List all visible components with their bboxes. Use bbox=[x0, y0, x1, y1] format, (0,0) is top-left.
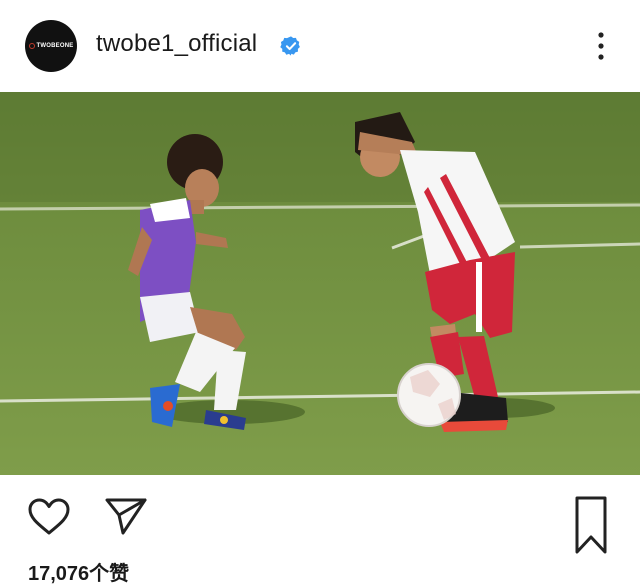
likes-count[interactable]: 17,076个赞 bbox=[28, 557, 129, 586]
soccer-photo bbox=[0, 92, 640, 475]
bookmark-icon[interactable] bbox=[574, 495, 608, 555]
verified-badge-icon bbox=[280, 36, 300, 56]
heart-icon[interactable] bbox=[27, 497, 71, 537]
send-icon[interactable] bbox=[104, 495, 148, 535]
logo-mark-icon bbox=[28, 43, 35, 49]
post-actions: 17,076个赞 bbox=[0, 475, 640, 585]
soccer-ball bbox=[397, 363, 461, 427]
avatar-logo-text: TWOBEONE bbox=[36, 43, 74, 49]
username[interactable]: twobe1_official bbox=[96, 30, 257, 58]
post-photo[interactable] bbox=[0, 92, 640, 475]
avatar-logo: TWOBEONE bbox=[28, 43, 74, 49]
post-header: TWOBEONE twobe1_official bbox=[0, 0, 640, 92]
more-vertical-icon[interactable] bbox=[592, 30, 610, 62]
avatar[interactable]: TWOBEONE bbox=[25, 20, 77, 72]
